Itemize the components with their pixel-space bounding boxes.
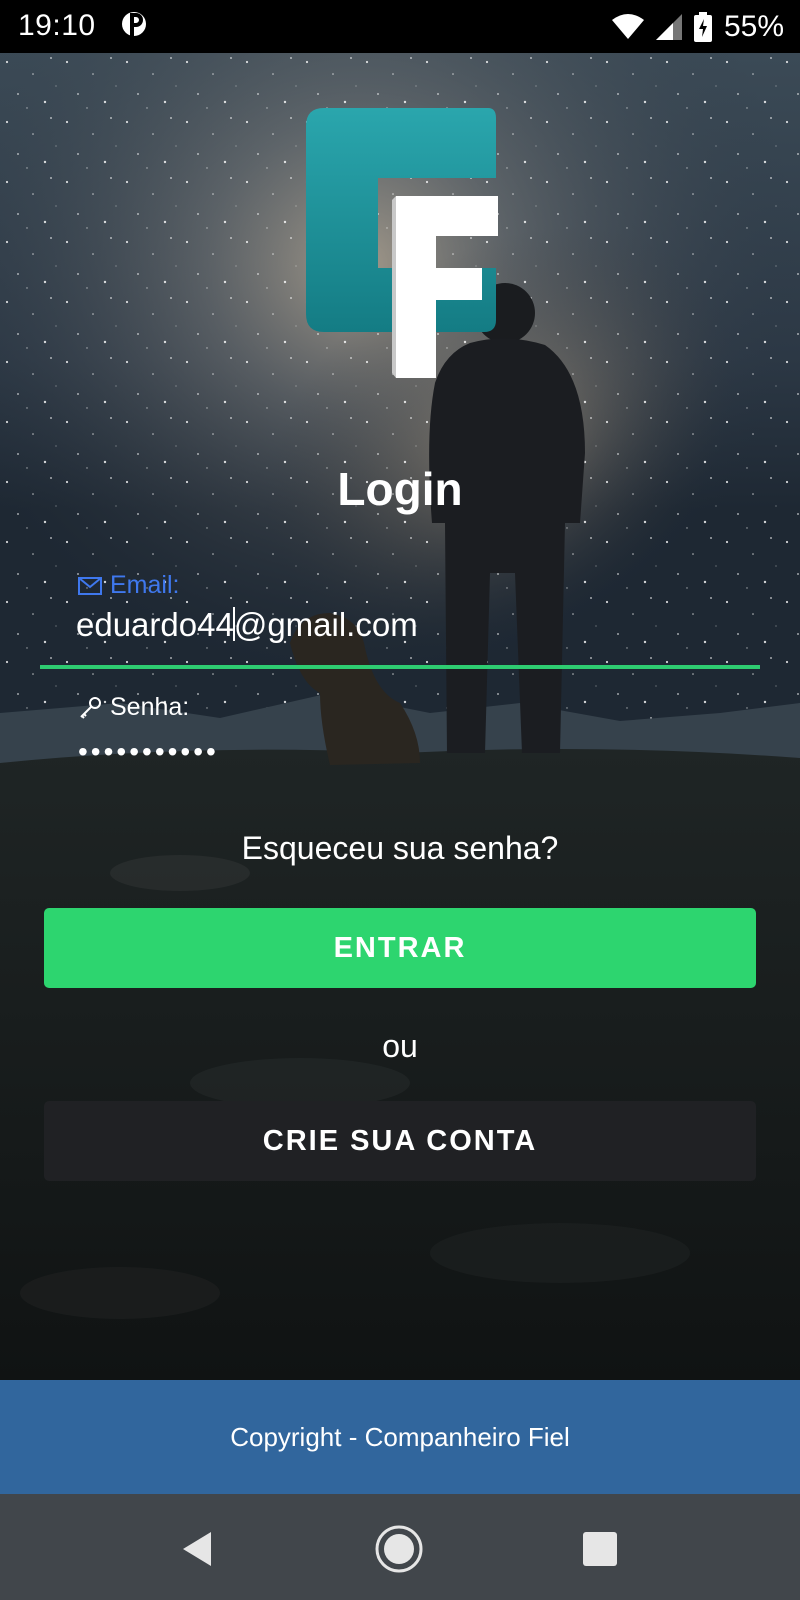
or-separator: ou — [382, 1028, 418, 1064]
email-value-part-1: eduardo44 — [76, 606, 234, 643]
password-label-text: Senha: — [110, 693, 190, 721]
battery-percent: 55% — [723, 10, 784, 43]
system-nav-bar — [0, 1494, 800, 1600]
battery-charging-icon — [693, 12, 712, 42]
back-triangle-icon[interactable] — [175, 1524, 225, 1574]
password-label: Senha: — [78, 693, 189, 722]
envelope-icon — [78, 576, 102, 595]
status-time: 19:10 — [18, 9, 96, 42]
wifi-icon — [611, 14, 644, 39]
login-screen: 19:10 55% Login Email: eduardo44@gmail.c… — [0, 0, 800, 1600]
p-icon — [122, 12, 146, 37]
cell-signal-icon — [655, 14, 682, 40]
recents-square-icon[interactable] — [575, 1524, 625, 1574]
key-icon — [80, 696, 101, 719]
footer: Copyright - Companheiro Fiel — [0, 1380, 800, 1494]
email-label: Email: — [78, 571, 179, 600]
email-label-text: Email: — [110, 571, 180, 599]
status-bar: 19:10 55% — [0, 0, 800, 53]
cf-logo — [306, 108, 498, 378]
create-account-button[interactable]: CRIE SUA CONTA — [44, 1101, 756, 1181]
email-field-underline — [40, 665, 760, 669]
home-circle-icon[interactable] — [374, 1524, 424, 1574]
status-icons: 55% — [611, 9, 784, 45]
enter-button[interactable]: ENTRAR — [44, 908, 756, 988]
email-value-part-2: @gmail.com — [233, 606, 418, 643]
password-field[interactable]: ••••••••••• — [78, 738, 219, 766]
forgot-password-link[interactable]: Esqueceu sua senha? — [0, 830, 800, 867]
footer-copyright: Copyright - Companheiro Fiel — [230, 1421, 570, 1452]
page-title: Login — [337, 463, 463, 515]
email-field[interactable]: eduardo44@gmail.com — [76, 606, 418, 644]
